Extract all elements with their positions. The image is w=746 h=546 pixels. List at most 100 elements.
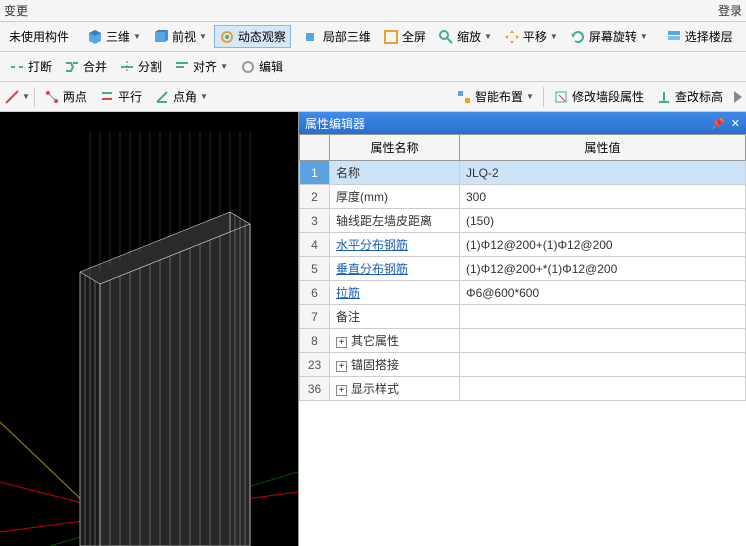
property-value[interactable]: Φ6@600*600 bbox=[460, 281, 746, 305]
property-editor-panel: 属性编辑器 📌 ✕ 属性名称 属性值 1名称JLQ-22厚度(mm)3003轴线… bbox=[298, 112, 746, 546]
property-row[interactable]: 2厚度(mm)300 bbox=[300, 185, 746, 209]
main-toolbar: 未使用构件 三维▼ 前视▼ 动态观察 局部三维 全屏 缩放▼ 平移▼ 屏幕旋转▼… bbox=[0, 22, 746, 52]
dynamic-observe-button[interactable]: 动态观察 bbox=[214, 25, 291, 48]
separator bbox=[34, 87, 35, 107]
merge-button[interactable]: 合并 bbox=[59, 55, 112, 78]
modify-segment-button[interactable]: 修改墙段属性 bbox=[548, 85, 649, 108]
property-row[interactable]: 4水平分布钢筋(1)Φ12@200+(1)Φ12@200 bbox=[300, 233, 746, 257]
draw-toolbar: ▼ 两点 平行 点角▼ 智能布置▼ 修改墙段属性 查改标高 bbox=[0, 82, 746, 112]
rotate-icon bbox=[570, 29, 586, 45]
property-value[interactable] bbox=[460, 377, 746, 401]
cube-icon bbox=[87, 29, 103, 45]
fullscreen-icon bbox=[383, 29, 399, 45]
break-icon bbox=[9, 59, 25, 75]
menu-login[interactable]: 登录 bbox=[718, 2, 742, 19]
point-angle-button[interactable]: 点角▼ bbox=[149, 85, 213, 108]
edit-toolbar: 打断 合并 分割 对齐▼ 编辑 bbox=[0, 52, 746, 82]
zoom-button[interactable]: 缩放▼ bbox=[433, 25, 497, 48]
line-icon[interactable] bbox=[4, 89, 20, 105]
split-icon bbox=[119, 59, 135, 75]
chevron-down-icon: ▼ bbox=[200, 92, 208, 101]
chevron-down-icon: ▼ bbox=[220, 62, 228, 71]
property-name: +其它属性 bbox=[330, 329, 460, 353]
property-value[interactable] bbox=[460, 353, 746, 377]
top-menu-bar: 变更 登录 bbox=[0, 0, 746, 22]
pan-button[interactable]: 平移▼ bbox=[499, 25, 563, 48]
property-name: 名称 bbox=[330, 161, 460, 185]
property-name: 备注 bbox=[330, 305, 460, 329]
property-row[interactable]: 23+锚固搭接 bbox=[300, 353, 746, 377]
property-name[interactable]: 水平分布钢筋 bbox=[330, 233, 460, 257]
property-row[interactable]: 36+显示样式 bbox=[300, 377, 746, 401]
split-button[interactable]: 分割 bbox=[114, 55, 167, 78]
property-value[interactable] bbox=[460, 329, 746, 353]
smart-layout-button[interactable]: 智能布置▼ bbox=[451, 85, 539, 108]
expand-icon[interactable]: + bbox=[336, 361, 347, 372]
property-table: 属性名称 属性值 1名称JLQ-22厚度(mm)3003轴线距左墙皮距离(150… bbox=[299, 134, 746, 401]
expand-arrow[interactable] bbox=[734, 91, 742, 103]
elevation-icon bbox=[656, 89, 672, 105]
menu-change[interactable]: 变更 bbox=[4, 2, 28, 19]
property-value[interactable] bbox=[460, 305, 746, 329]
orbit-icon bbox=[219, 29, 235, 45]
angle-icon bbox=[154, 89, 170, 105]
property-name: +显示样式 bbox=[330, 377, 460, 401]
edit-button[interactable]: 编辑 bbox=[235, 55, 288, 78]
row-number: 7 bbox=[300, 305, 330, 329]
property-row[interactable]: 5垂直分布钢筋(1)Φ12@200+*(1)Φ12@200 bbox=[300, 257, 746, 281]
local-3d-button[interactable]: 局部三维 bbox=[299, 25, 376, 48]
close-icon[interactable]: ✕ bbox=[731, 117, 740, 130]
property-row[interactable]: 7备注 bbox=[300, 305, 746, 329]
row-number: 4 bbox=[300, 233, 330, 257]
property-name[interactable]: 垂直分布钢筋 bbox=[330, 257, 460, 281]
expand-icon[interactable]: + bbox=[336, 337, 347, 348]
unused-components-button[interactable]: 未使用构件 bbox=[4, 25, 74, 48]
row-number: 5 bbox=[300, 257, 330, 281]
screen-rotate-button[interactable]: 屏幕旋转▼ bbox=[565, 25, 653, 48]
row-number: 36 bbox=[300, 377, 330, 401]
wall-3d-model bbox=[0, 112, 298, 546]
property-row[interactable]: 8+其它属性 bbox=[300, 329, 746, 353]
property-value[interactable]: (1)Φ12@200+(1)Φ12@200 bbox=[460, 233, 746, 257]
chevron-down-icon: ▼ bbox=[133, 32, 141, 41]
property-value[interactable]: (150) bbox=[460, 209, 746, 233]
row-number: 2 bbox=[300, 185, 330, 209]
prop-name-header: 属性名称 bbox=[330, 135, 460, 161]
expand-icon[interactable]: + bbox=[336, 385, 347, 396]
chevron-down-icon: ▼ bbox=[550, 32, 558, 41]
select-floor-button[interactable]: 选择楼层 bbox=[661, 25, 738, 48]
two-point-button[interactable]: 两点 bbox=[39, 85, 92, 108]
row-number: 8 bbox=[300, 329, 330, 353]
property-value[interactable]: (1)Φ12@200+*(1)Φ12@200 bbox=[460, 257, 746, 281]
chevron-down-icon: ▼ bbox=[640, 32, 648, 41]
property-name: 厚度(mm) bbox=[330, 185, 460, 209]
panel-title: 属性编辑器 bbox=[305, 115, 365, 132]
floor-icon bbox=[666, 29, 682, 45]
align-button[interactable]: 对齐▼ bbox=[169, 55, 233, 78]
pin-icon[interactable]: 📌 bbox=[711, 117, 725, 130]
align-icon bbox=[174, 59, 190, 75]
property-value[interactable]: 300 bbox=[460, 185, 746, 209]
panel-header: 属性编辑器 📌 ✕ bbox=[299, 112, 746, 134]
property-name[interactable]: 拉筋 bbox=[330, 281, 460, 305]
property-row[interactable]: 3轴线距左墙皮距离(150) bbox=[300, 209, 746, 233]
parallel-button[interactable]: 平行 bbox=[94, 85, 147, 108]
separator bbox=[543, 87, 544, 107]
cube-front-icon bbox=[153, 29, 169, 45]
property-name: 轴线距左墙皮距离 bbox=[330, 209, 460, 233]
break-button[interactable]: 打断 bbox=[4, 55, 57, 78]
3d-viewport[interactable] bbox=[0, 112, 298, 546]
view-3d-button[interactable]: 三维▼ bbox=[82, 25, 146, 48]
property-row[interactable]: 6拉筋Φ6@600*600 bbox=[300, 281, 746, 305]
property-value[interactable]: JLQ-2 bbox=[460, 161, 746, 185]
two-point-icon bbox=[44, 89, 60, 105]
parallel-icon bbox=[99, 89, 115, 105]
prop-value-header: 属性值 bbox=[460, 135, 746, 161]
wall-edit-icon bbox=[553, 89, 569, 105]
check-elevation-button[interactable]: 查改标高 bbox=[651, 85, 728, 108]
main-area: 属性编辑器 📌 ✕ 属性名称 属性值 1名称JLQ-22厚度(mm)3003轴线… bbox=[0, 112, 746, 546]
local-cube-icon bbox=[304, 29, 320, 45]
front-view-button[interactable]: 前视▼ bbox=[148, 25, 212, 48]
property-row[interactable]: 1名称JLQ-2 bbox=[300, 161, 746, 185]
fullscreen-button[interactable]: 全屏 bbox=[378, 25, 431, 48]
